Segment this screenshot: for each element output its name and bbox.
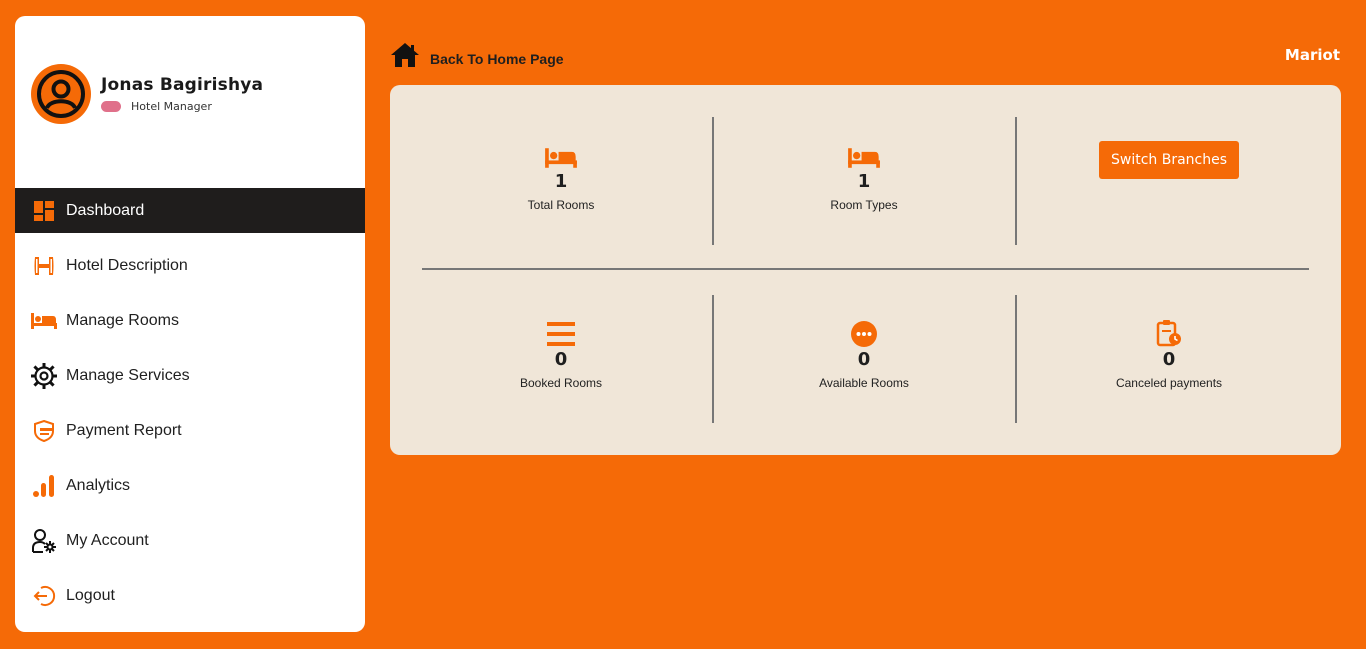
- back-link-label: Back To Home Page: [430, 51, 564, 67]
- logout-icon: [31, 583, 57, 609]
- stats-panel: 1 Total Rooms 1 Room Types Switch Branch…: [390, 85, 1341, 455]
- stat-available-rooms: 0 Available Rooms: [714, 317, 1014, 390]
- stat-value: 1: [857, 171, 871, 192]
- back-to-home-link[interactable]: Back To Home Page: [390, 42, 564, 68]
- sidebar-nav: Dashboard Hotel Description Manage Rooms…: [15, 188, 365, 628]
- bed-icon: [848, 148, 880, 168]
- stat-label: Available Rooms: [819, 376, 909, 390]
- sidebar-item-dashboard[interactable]: Dashboard: [15, 188, 365, 233]
- stat-label: Booked Rooms: [519, 376, 603, 390]
- stat-total-rooms: 1 Total Rooms: [411, 139, 711, 212]
- stat-canceled-payments: 0 Canceled payments: [1019, 317, 1319, 390]
- sidebar: Jonas Bagirishya Hotel Manager Dashboard: [15, 16, 365, 632]
- sidebar-item-manage-rooms[interactable]: Manage Rooms: [15, 298, 365, 343]
- list-icon: [547, 322, 575, 346]
- sidebar-item-label: Analytics: [66, 476, 131, 494]
- sidebar-item-label: Hotel Description: [66, 256, 188, 274]
- divider: [422, 268, 1309, 270]
- sidebar-item-label: Payment Report: [66, 421, 182, 439]
- stat-label: Canceled payments: [1115, 376, 1223, 390]
- sidebar-item-my-account[interactable]: My Account: [15, 518, 365, 563]
- sidebar-item-label: My Account: [66, 531, 149, 549]
- gear-icon: [31, 362, 57, 389]
- sidebar-item-label: Manage Services: [66, 366, 190, 384]
- sidebar-item-analytics[interactable]: Analytics: [15, 463, 365, 508]
- user-circle-icon: [37, 70, 85, 118]
- home-icon: [391, 43, 419, 67]
- divider: [1015, 295, 1017, 423]
- user-name: Jonas Bagirishya: [101, 75, 264, 95]
- stat-value: 0: [857, 349, 871, 370]
- stat-label: Room Types: [830, 198, 898, 212]
- avatar: [31, 64, 91, 124]
- analytics-icon: [31, 473, 57, 499]
- role-badge: [101, 101, 121, 112]
- clipboard-clock-icon: [1156, 320, 1181, 347]
- divider: [1015, 117, 1017, 245]
- dashboard-icon: [31, 198, 57, 224]
- stat-booked-rooms: 0 Booked Rooms: [411, 317, 711, 390]
- sidebar-item-hotel-description[interactable]: Hotel Description: [15, 243, 365, 288]
- stat-room-types: 1 Room Types: [714, 139, 1014, 212]
- sidebar-item-payment-report[interactable]: Payment Report: [15, 408, 365, 453]
- stat-value: 1: [554, 171, 568, 192]
- user-settings-icon: [31, 528, 57, 554]
- brand-name: Mariot: [1284, 46, 1340, 64]
- user-role: Hotel Manager: [131, 100, 212, 113]
- payment-report-icon: [31, 418, 57, 444]
- stat-label: Total Rooms: [527, 198, 595, 212]
- bed-icon: [545, 148, 577, 168]
- more-horizontal-icon: [851, 321, 877, 347]
- sidebar-item-label: Dashboard: [66, 201, 145, 219]
- switch-branches-button[interactable]: Switch Branches: [1099, 141, 1239, 179]
- hotel-icon: [31, 253, 57, 279]
- sidebar-item-manage-services[interactable]: Manage Services: [15, 353, 365, 398]
- bed-icon: [31, 308, 57, 334]
- user-profile: Jonas Bagirishya Hotel Manager: [31, 64, 263, 124]
- stat-value: 0: [1162, 349, 1176, 370]
- stat-value: 0: [554, 349, 568, 370]
- sidebar-item-label: Manage Rooms: [66, 311, 179, 329]
- sidebar-item-logout[interactable]: Logout: [15, 573, 365, 618]
- sidebar-item-label: Logout: [66, 586, 115, 604]
